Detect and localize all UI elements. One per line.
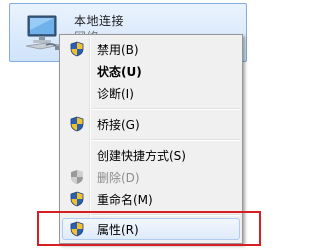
menu-item-label: 桥接(G) (97, 118, 140, 132)
menu-item-label: 重命名(M) (97, 193, 153, 207)
menu-item-label: 删除(D) (97, 171, 140, 185)
menu-item-label: 创建快捷方式(S) (97, 149, 186, 163)
menu-item-label: 诊断(I) (97, 87, 134, 101)
menu-separator (91, 108, 240, 110)
annotation-highlight-box (37, 211, 261, 246)
menu-item-status[interactable]: 状态(U) (62, 60, 240, 82)
menu-item-create-shortcut[interactable]: 创建快捷方式(S) (62, 144, 240, 166)
uac-shield-icon (70, 116, 84, 132)
menu-item-rename[interactable]: 重命名(M) (62, 188, 240, 210)
menu-item-label: 禁用(B) (97, 43, 139, 57)
menu-separator (91, 139, 240, 141)
uac-shield-icon (70, 41, 84, 57)
menu-item-delete: 删除(D) (62, 166, 240, 188)
menu-item-label: 状态(U) (97, 65, 142, 79)
uac-shield-icon (71, 170, 83, 184)
connection-name: 本地连接 (74, 14, 125, 28)
uac-shield-icon (70, 191, 84, 207)
menu-item-diagnose[interactable]: 诊断(I) (62, 82, 240, 104)
menu-item-disable[interactable]: 禁用(B) (62, 38, 240, 60)
menu-item-bridge[interactable]: 桥接(G) (62, 113, 240, 135)
